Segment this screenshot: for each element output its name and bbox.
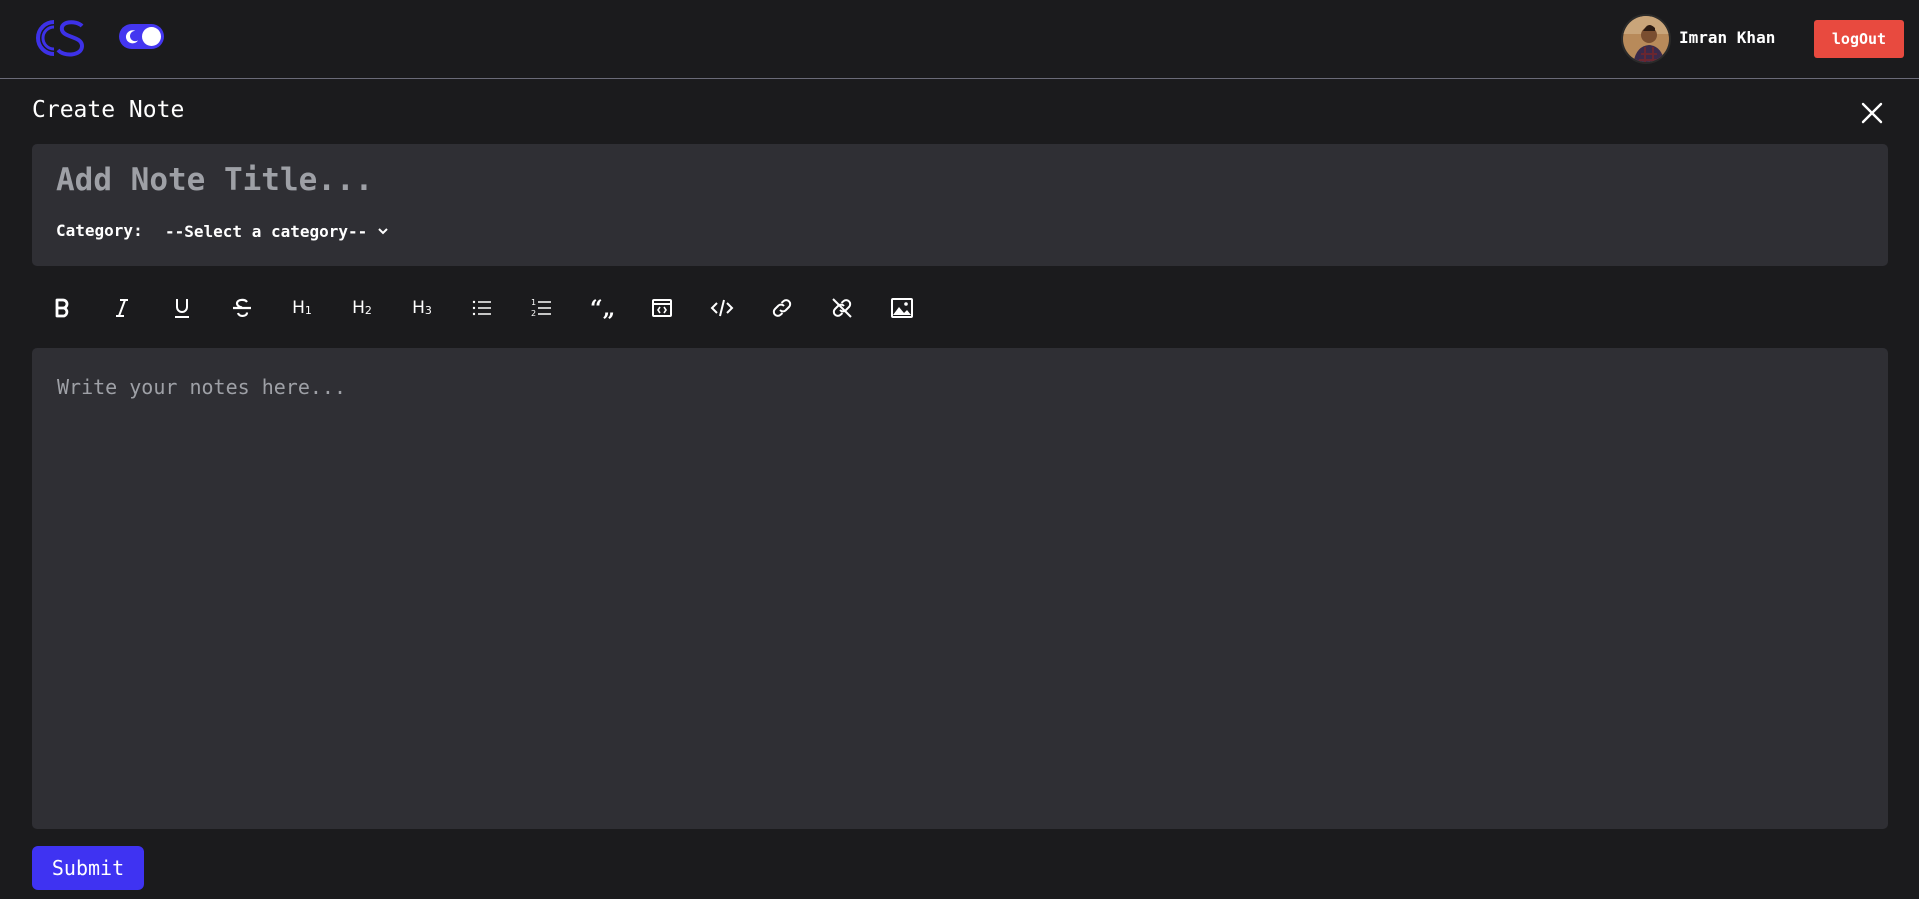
quote-icon: “„ bbox=[590, 296, 614, 320]
link-icon bbox=[772, 299, 792, 317]
heading-1-icon: H1 bbox=[292, 298, 312, 318]
svg-text:“„: “„ bbox=[590, 296, 614, 320]
top-navbar: Imran Khan logOut bbox=[0, 0, 1919, 79]
close-icon[interactable] bbox=[1858, 99, 1886, 127]
svg-text:2: 2 bbox=[531, 309, 536, 318]
svg-text:1: 1 bbox=[531, 298, 536, 307]
moon-icon bbox=[125, 30, 139, 44]
note-title-input[interactable] bbox=[56, 158, 1556, 202]
strikethrough-button[interactable] bbox=[224, 290, 260, 326]
bold-icon bbox=[55, 298, 69, 318]
code-icon bbox=[710, 299, 734, 317]
category-label: Category: bbox=[56, 221, 143, 240]
avatar[interactable] bbox=[1621, 14, 1671, 64]
note-body-input[interactable] bbox=[32, 348, 1888, 829]
category-select[interactable]: --Select a category-- bbox=[165, 217, 389, 245]
link-button[interactable] bbox=[764, 290, 800, 326]
bold-button[interactable] bbox=[44, 290, 80, 326]
chevron-down-icon bbox=[378, 228, 389, 235]
heading-1-button[interactable]: H1 bbox=[284, 290, 320, 326]
underline-icon bbox=[175, 299, 189, 318]
theme-toggle[interactable] bbox=[119, 24, 164, 49]
editor-toolbar: H1 H2 H3 1 2 “„ bbox=[44, 290, 944, 326]
note-editor bbox=[32, 348, 1888, 829]
heading-2-icon: H2 bbox=[352, 298, 372, 318]
heading-3-button[interactable]: H3 bbox=[404, 290, 440, 326]
image-icon bbox=[891, 298, 913, 318]
unlink-button[interactable] bbox=[824, 290, 860, 326]
image-button[interactable] bbox=[884, 290, 920, 326]
bullet-list-icon bbox=[472, 300, 491, 316]
avatar-image bbox=[1623, 16, 1669, 62]
inline-code-button[interactable] bbox=[704, 290, 740, 326]
toggle-knob bbox=[142, 27, 161, 46]
category-selected-value: --Select a category-- bbox=[165, 221, 368, 241]
numbered-list-button[interactable]: 1 2 bbox=[524, 290, 560, 326]
unlink-icon bbox=[832, 298, 852, 318]
note-header-panel: Category: --Select a category-- bbox=[32, 144, 1888, 266]
blockquote-button[interactable]: “„ bbox=[584, 290, 620, 326]
user-name: Imran Khan bbox=[1679, 28, 1776, 47]
page-title: Create Note bbox=[32, 97, 185, 123]
heading-3-icon: H3 bbox=[412, 298, 432, 318]
italic-button[interactable] bbox=[104, 290, 140, 326]
numbered-list-icon: 1 2 bbox=[531, 298, 551, 318]
strikethrough-icon bbox=[233, 298, 251, 318]
heading-2-button[interactable]: H2 bbox=[344, 290, 380, 326]
submit-button[interactable]: Submit bbox=[32, 846, 144, 890]
logout-button[interactable]: logOut bbox=[1814, 20, 1904, 58]
italic-icon bbox=[116, 299, 128, 317]
code-block-icon bbox=[652, 299, 672, 317]
logo-icon[interactable] bbox=[24, 14, 88, 62]
underline-button[interactable] bbox=[164, 290, 200, 326]
code-block-button[interactable] bbox=[644, 290, 680, 326]
bullet-list-button[interactable] bbox=[464, 290, 500, 326]
